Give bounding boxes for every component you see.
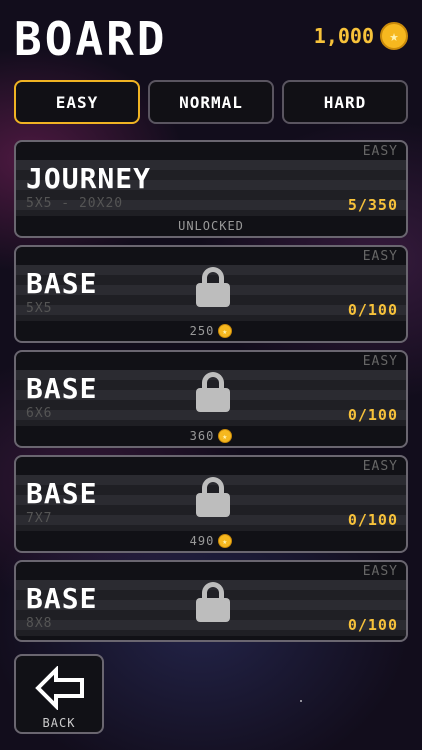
tab-normal[interactable]: NORMAL [148,80,274,124]
card-size: 8X8 [26,616,53,631]
card-name: BASE [26,582,98,615]
card-name: BASE [26,267,98,300]
card-footer: 250 ★ [16,321,406,341]
coin-icon: ★ [380,22,408,50]
card-footer: UNLOCKED [16,216,406,236]
card-progress: 0/100 [347,511,398,529]
card-footer: 490 ★ [16,531,406,551]
coin-icon: ★ [218,429,233,443]
arrow-left-icon [35,666,84,710]
card-status: UNLOCKED [178,219,244,233]
card-progress: 0/100 [347,301,398,319]
card-difficulty: EASY [362,564,398,579]
card-size: 5X5 - 20X20 [26,196,124,211]
card-size: 5X5 [26,301,53,316]
card-name: BASE [26,372,98,405]
card-progress: 0/100 [347,616,398,634]
board-card-base-8x8[interactable]: EASY BASE 8X8 0/100 [14,560,408,642]
card-progress: 0/100 [347,406,398,424]
difficulty-tabs: EASY NORMAL HARD [14,80,408,124]
card-footer: 360 ★ [16,426,406,446]
back-label: BACK [42,716,76,730]
lock-icon [196,372,230,412]
card-size: 7X7 [26,511,53,526]
coin-icon: ★ [218,324,233,338]
card-name: BASE [26,477,98,510]
card-name: JOURNEY [26,162,152,195]
board-card-base-5x5[interactable]: EASY BASE 5X5 0/100 250 ★ [14,245,408,343]
tab-easy[interactable]: EASY [14,80,140,124]
header: BOARD 1,000 ★ [0,0,422,78]
card-progress: 5/350 [347,196,398,214]
page-title: BOARD [14,12,168,66]
lock-icon [196,267,230,307]
card-difficulty: EASY [362,354,398,369]
card-price: 250 [189,324,215,338]
card-size: 6X6 [26,406,53,421]
coin-balance: 1,000 ★ [314,22,408,50]
board-card-base-6x6[interactable]: EASY BASE 6X6 0/100 360 ★ [14,350,408,448]
back-button[interactable]: BACK [14,654,104,734]
star-decoration [300,700,302,702]
coin-count: 1,000 [313,24,374,48]
card-difficulty: EASY [362,459,398,474]
coin-icon: ★ [218,534,233,548]
card-difficulty: EASY [362,144,398,159]
card-price: 360 [189,429,215,443]
lock-icon [196,477,230,517]
board-card-base-7x7[interactable]: EASY BASE 7X7 0/100 490 ★ [14,455,408,553]
card-difficulty: EASY [362,249,398,264]
tab-hard[interactable]: HARD [282,80,408,124]
card-price: 490 [189,534,215,548]
lock-icon [196,582,230,622]
board-card-journey[interactable]: EASY JOURNEY 5X5 - 20X20 5/350 UNLOCKED [14,140,408,238]
